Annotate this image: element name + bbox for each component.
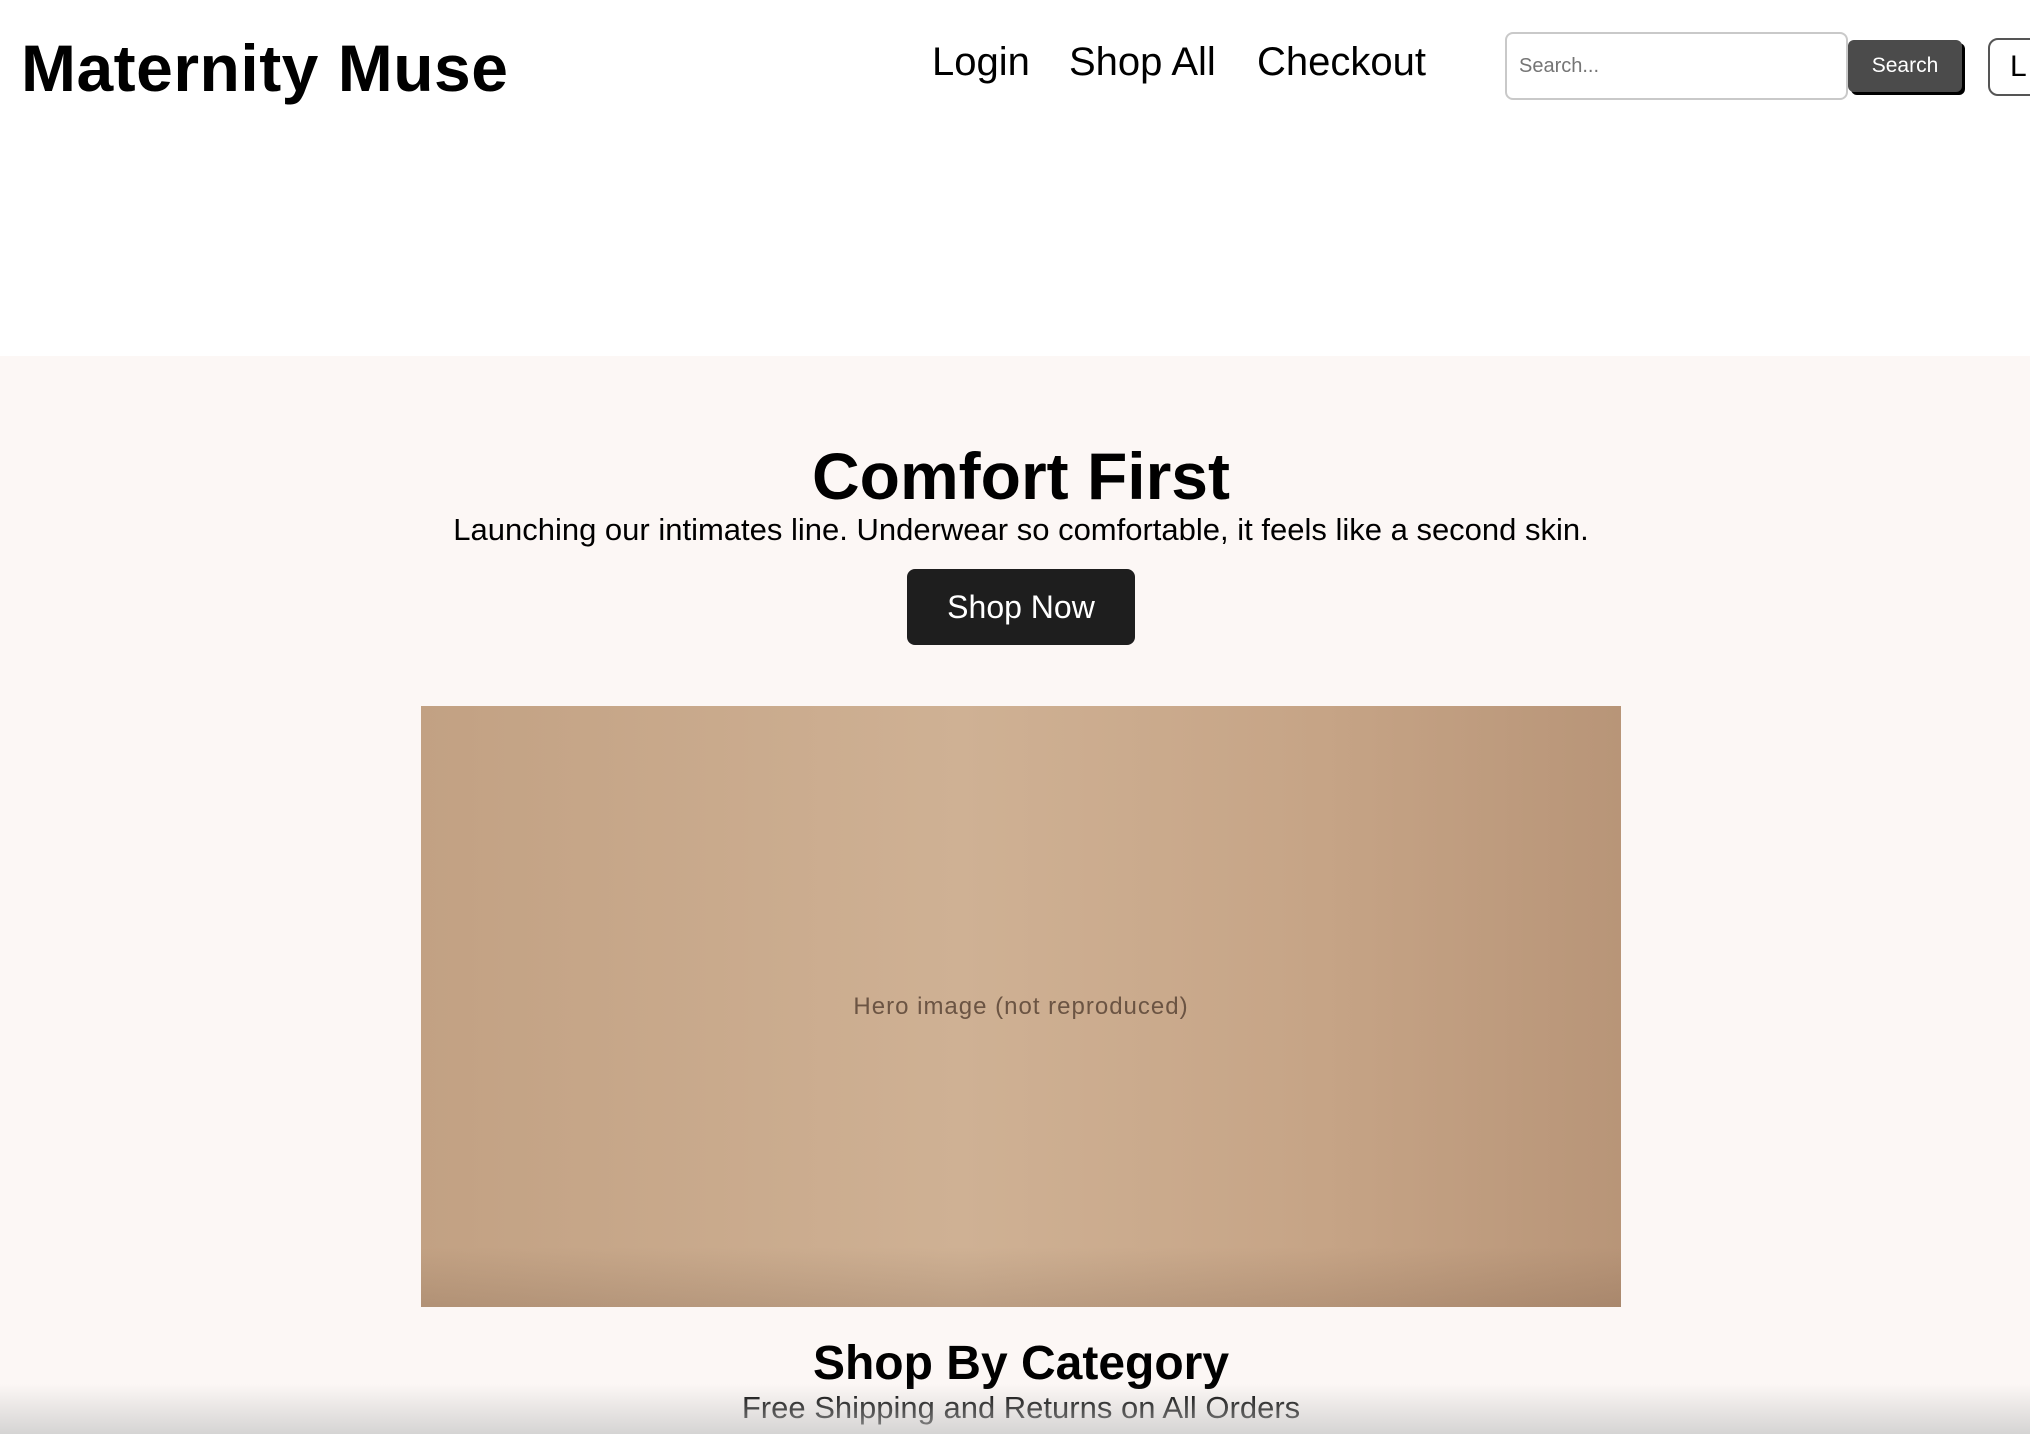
search-form: Search [1505,32,1965,100]
cut-off-button[interactable]: L [1988,38,2030,96]
hero-section: Comfort First Launching our intimates li… [0,356,2030,1434]
shop-by-category-title: Shop By Category [812,1337,1230,1390]
nav-checkout-link[interactable]: Checkout [1257,40,1426,85]
site-header: Maternity Muse Login Shop All Checkout S… [0,0,2030,356]
search-input[interactable] [1505,32,1848,100]
nav-login-link[interactable]: Login [932,40,1030,85]
hero-title: Comfort First [812,439,1230,513]
site-logo[interactable]: Maternity Muse [21,30,508,106]
image-placeholder-label: Hero image (not reproduced) [853,992,1189,1020]
hero-image-placeholder: Hero image (not reproduced) [421,706,1621,1307]
hero-subtitle: Launching our intimates line. Underwear … [453,512,1589,547]
page: Maternity Muse Login Shop All Checkout S… [0,0,2030,1434]
shipping-notice: Free Shipping and Returns on All Orders [741,1390,1301,1425]
search-button[interactable]: Search [1848,40,1962,92]
shop-now-button[interactable]: Shop Now [907,569,1135,645]
nav-shop-all-link[interactable]: Shop All [1069,40,1216,85]
